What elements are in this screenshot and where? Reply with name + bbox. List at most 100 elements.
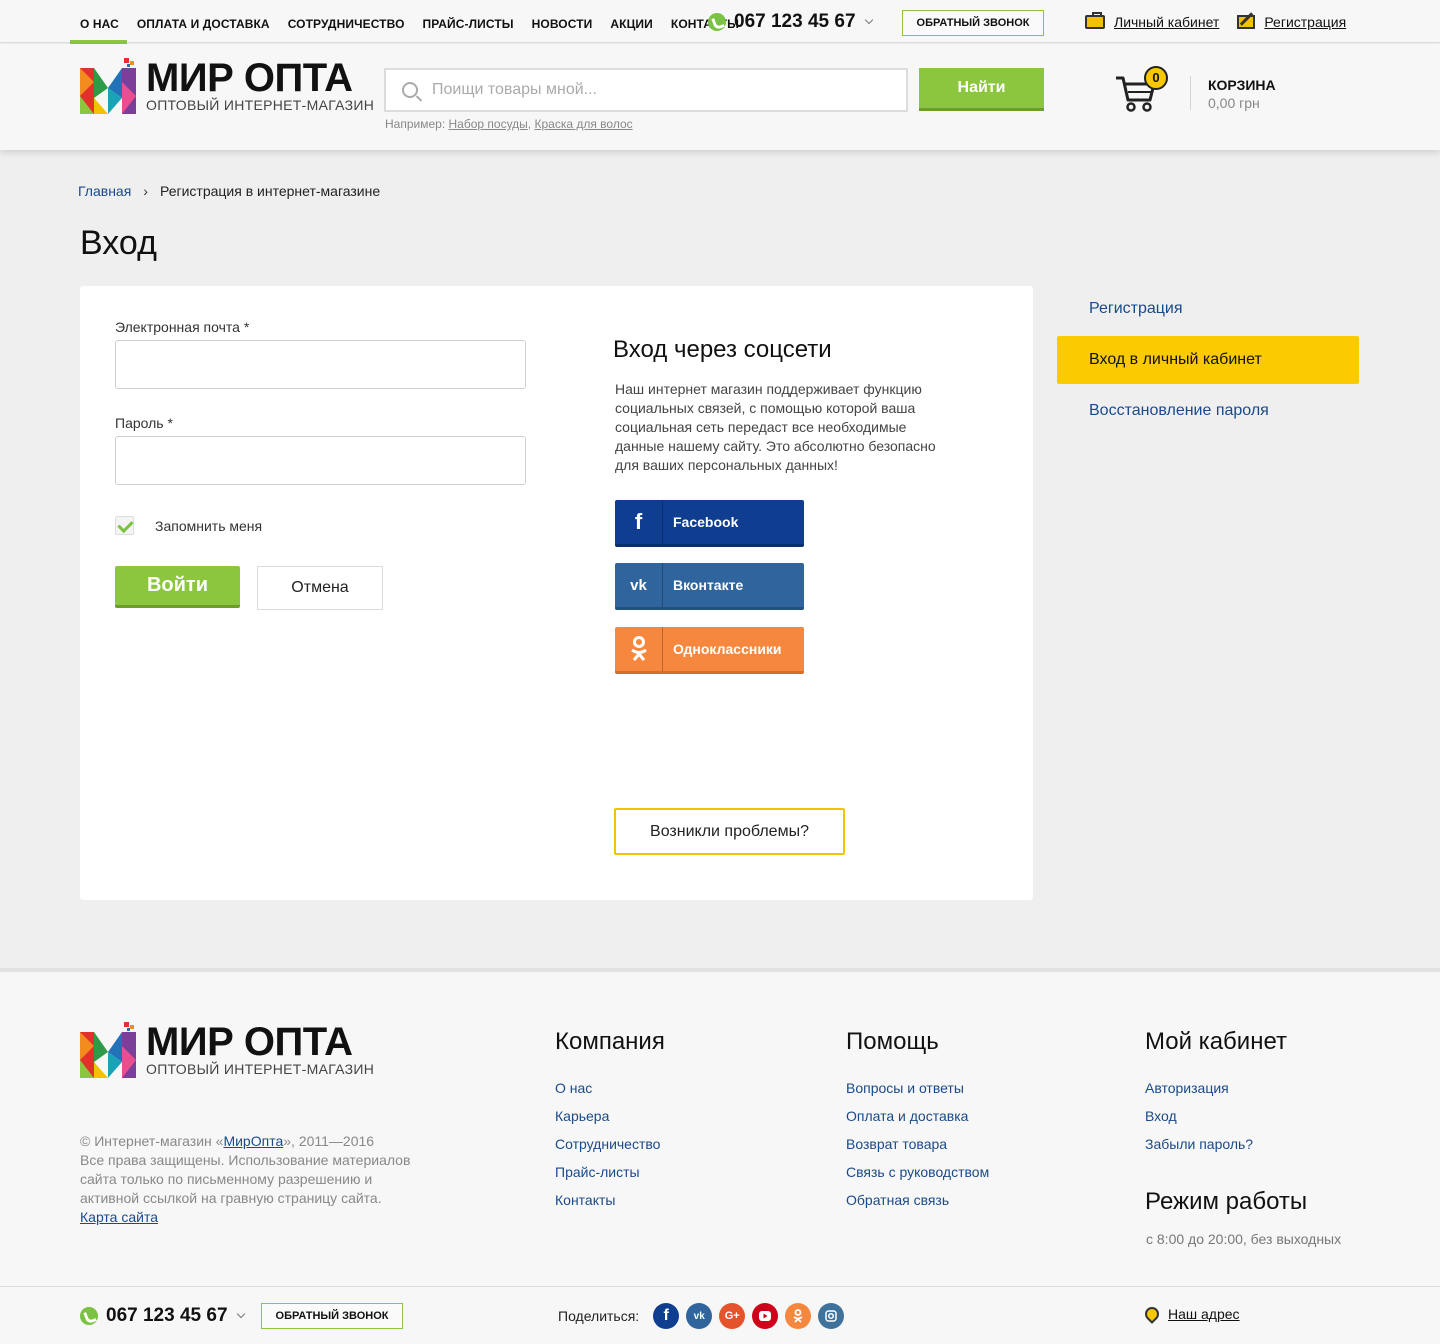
logo-subtitle: ОПТОВЫЙ ИНТЕРНЕТ-МАГАЗИН [146,97,375,113]
footer-copyright: © Интернет-магазин «МирОпта», 2011—2016 … [80,1132,420,1227]
side-menu-registration[interactable]: Регистрация [1057,285,1359,333]
share-label: Поделиться: [558,1308,640,1324]
footer-phone-dropdown[interactable]: 067 123 45 67 [80,1305,245,1327]
pen-icon [1237,15,1256,29]
facebook-login-button[interactable]: f Facebook [615,500,804,547]
footer-link-feedback[interactable]: Обратная связь [846,1192,989,1210]
account-link[interactable]: Личный кабинет [1085,12,1219,30]
facebook-icon: f [615,500,663,544]
top-bar: О нас Оплата и доставка Сотрудничество П… [0,0,1440,44]
footer-link-faq[interactable]: Вопросы и ответы [846,1080,989,1098]
ok-login-button[interactable]: Одноклассники [615,627,804,674]
cart-total: 0,00 грн [1208,95,1260,111]
footer-company-title: Компания [555,1028,665,1055]
footer-logo-subtitle: ОПТОВЫЙ ИНТЕРНЕТ-МАГАЗИН [146,1061,375,1077]
briefcase-icon [1085,12,1105,29]
search-input[interactable] [432,81,872,99]
footer-bottom-bar: 067 123 45 67 Обратный звонок Поделиться… [0,1286,1440,1344]
breadcrumb-current: Регистрация в интернет-магазине [159,183,381,199]
sitemap-link[interactable]: Карта сайта [80,1209,158,1225]
breadcrumb-home[interactable]: Главная [78,183,131,199]
social-login-title: Вход через соцсети [613,336,832,363]
address-link[interactable]: Наш адрес [1142,1304,1240,1324]
phone-icon [80,1307,98,1325]
footer-link-career[interactable]: Карьера [555,1108,665,1126]
phone-number: 067 123 45 67 [734,11,856,32]
cart-count-badge: 0 [1144,66,1168,90]
share-facebook-icon[interactable]: f [653,1303,680,1329]
footer: МИР ОПТА ОПТОВЫЙ ИНТЕРНЕТ-МАГАЗИН © Инте… [0,968,1440,1344]
cart-label: КОРЗИНА [1208,77,1276,93]
search-hint-comma: , [527,117,532,131]
phone-dropdown[interactable]: 067 123 45 67 [708,11,873,33]
vk-icon: vk [615,563,663,607]
email-label: Электронная почта * [115,319,250,335]
copyright-suffix: », 2011—2016 [283,1133,375,1149]
logo-mark-icon [80,58,136,114]
working-hours: с 8:00 до 20:00, без выходных [1146,1231,1342,1247]
footer-link-about[interactable]: О нас [555,1080,665,1098]
address-label: Наш адрес [1168,1306,1240,1322]
footer-logo[interactable]: МИР ОПТА ОПТОВЫЙ ИНТЕРНЕТ-МАГАЗИН [80,1022,374,1078]
footer-link-authorization[interactable]: Авторизация [1145,1080,1287,1098]
callback-button[interactable]: Обратный звонок [902,10,1044,36]
footer-help-column: Помощь Вопросы и ответы Оплата и доставк… [846,1028,989,1220]
logo-title: МИР ОПТА [146,56,353,100]
footer-link-contacts[interactable]: Контакты [555,1192,665,1210]
logo[interactable]: МИР ОПТА ОПТОВЫЙ ИНТЕРНЕТ-МАГАЗИН [80,58,374,114]
footer-link-forgot-password[interactable]: Забыли пароль? [1145,1136,1287,1154]
search-hint-prefix: Например: [385,117,446,131]
share-bar: Поделиться: f vk G+ [558,1303,851,1329]
share-google-plus-icon[interactable]: G+ [719,1303,746,1329]
search-hint-example-1[interactable]: Набор посуды [449,117,528,131]
password-field[interactable] [115,436,526,485]
search-button[interactable]: Найти [919,68,1044,111]
copyright-brand-link[interactable]: МирОпта [223,1133,283,1149]
footer-logo-mark-icon [80,1022,136,1078]
footer-link-price-lists[interactable]: Прайс-листы [555,1164,665,1182]
cart-summary[interactable]: КОРЗИНА 0,00 грн [1208,77,1276,111]
chevron-down-icon [236,1309,245,1319]
cancel-button[interactable]: Отмена [257,566,383,610]
topnav-cooperation[interactable]: Сотрудничество [278,0,413,43]
share-instagram-icon[interactable] [818,1303,845,1329]
footer-link-cooperation[interactable]: Сотрудничество [555,1136,665,1154]
footer-callback-button[interactable]: Обратный звонок [261,1303,403,1329]
facebook-label: Facebook [673,514,739,530]
password-label: Пароль * [115,415,173,431]
footer-link-payment[interactable]: Оплата и доставка [846,1108,989,1126]
social-login-description: Наш интернет магазин поддерживает функци… [615,381,936,473]
share-ok-icon[interactable] [785,1303,812,1329]
vk-login-button[interactable]: vk Вконтакте [615,563,804,610]
topnav-about[interactable]: О нас [70,0,127,44]
register-link[interactable]: Регистрация [1237,14,1346,30]
side-menu-password-recovery[interactable]: Восстановление пароля [1057,387,1359,435]
remember-label: Запомнить меня [155,518,263,534]
page-title: Вход [80,224,157,262]
topnav-payment-delivery[interactable]: Оплата и доставка [127,0,278,43]
copyright-rights: Все права защищены. Использование матери… [80,1152,411,1206]
footer-cabinet-column: Мой кабинет Авторизация Вход Забыли паро… [1145,1028,1287,1164]
login-button[interactable]: Войти [115,566,240,608]
top-nav: О нас Оплата и доставка Сотрудничество П… [70,0,747,44]
footer-link-login[interactable]: Вход [1145,1108,1287,1126]
topnav-promotions[interactable]: Акции [600,0,661,43]
remember-checkbox[interactable] [115,516,134,535]
search-hint-example-2[interactable]: Краска для волос [534,117,632,131]
login-card: Электронная почта * Пароль * Запомнить м… [80,286,1033,900]
phone-icon [708,13,726,31]
footer-link-management[interactable]: Связь с руководством [846,1164,989,1182]
share-youtube-icon[interactable] [752,1303,779,1329]
email-field[interactable] [115,340,526,389]
search-hint: Например: Набор посуды, Краска для волос [385,117,633,131]
share-vk-icon[interactable]: vk [686,1303,713,1329]
problems-button[interactable]: Возникли проблемы? [614,808,845,855]
copyright-prefix: © Интернет-магазин « [80,1133,224,1149]
side-menu-login[interactable]: Вход в личный кабинет [1057,336,1359,384]
cart-button[interactable]: 0 [1114,66,1168,119]
topnav-price-lists[interactable]: Прайс-листы [413,0,522,43]
footer-link-returns[interactable]: Возврат товара [846,1136,989,1154]
topnav-news[interactable]: Новости [522,0,601,43]
search-box [384,68,908,112]
map-pin-icon [1142,1304,1162,1324]
